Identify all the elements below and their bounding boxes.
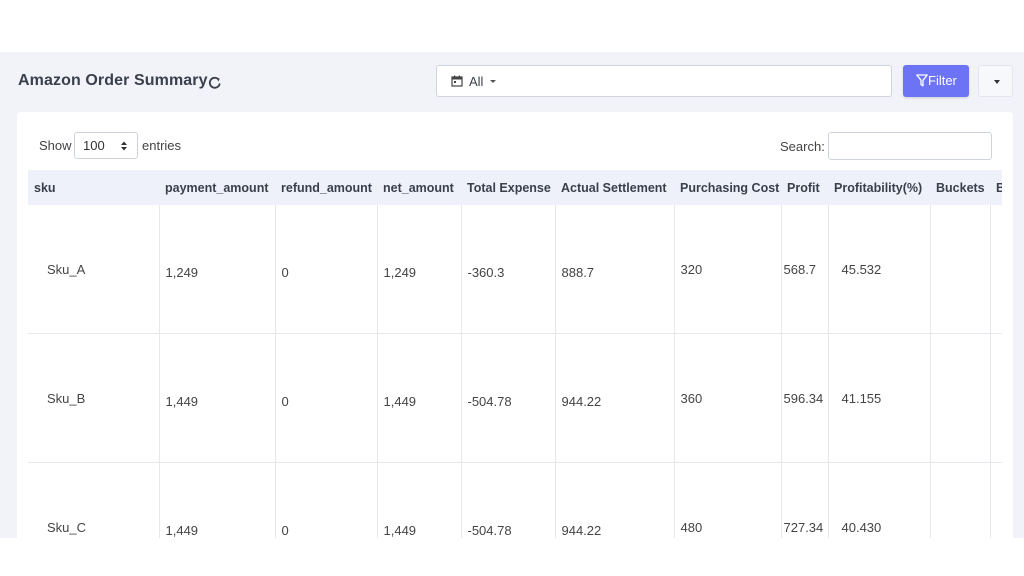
page-length-select[interactable]: 100 <box>74 132 138 159</box>
refresh-icon[interactable] <box>207 75 223 91</box>
cell-profit: 568.7 <box>781 205 829 334</box>
search-label: Search: <box>780 139 825 154</box>
cell-sku: Sku_C <box>28 462 160 538</box>
column-header-profit[interactable]: Profit <box>781 170 828 205</box>
cell-total-expense: -360.3 <box>461 205 556 334</box>
cell-profitability: 41.155 <box>828 333 931 463</box>
cell-net-amount: 1,249 <box>377 205 462 334</box>
cell-refund-amount: 0 <box>275 462 378 538</box>
filter-icon <box>916 74 928 87</box>
column-header-buckets[interactable]: Buckets <box>930 170 990 205</box>
table-card: Show 100 entries Search: sku payment_amo… <box>17 112 1013 538</box>
sort-arrows-icon <box>121 141 127 151</box>
more-options-dropdown[interactable] <box>978 65 1013 97</box>
cell-profitability: 40.430 <box>828 462 931 538</box>
cell-net-amount: 1,449 <box>377 333 462 463</box>
cell-refund-amount: 0 <box>275 205 378 334</box>
column-header-actual-settlement[interactable]: Actual Settlement <box>555 170 674 205</box>
chevron-down-icon <box>490 80 496 83</box>
chevron-down-icon <box>994 80 1000 84</box>
cell-total-expense: -504.78 <box>461 333 556 463</box>
table-row: Sku_A 1,249 0 1,249 -360.3 888.7 320 568… <box>28 205 1002 334</box>
cell-refund-amount: 0 <box>275 333 378 463</box>
cell-payment-amount: 1,449 <box>159 333 276 463</box>
table-header-row: sku payment_amount refund_amount net_amo… <box>28 170 1002 205</box>
column-header-extra[interactable]: B <box>990 170 1002 205</box>
cell-actual-settlement: 944.22 <box>555 333 675 463</box>
column-header-payment-amount[interactable]: payment_amount <box>159 170 275 205</box>
calendar-icon <box>451 75 463 87</box>
cell-sku: Sku_A <box>28 205 160 334</box>
entries-label: entries <box>142 138 182 153</box>
cell-actual-settlement: 944.22 <box>555 462 675 538</box>
cell-profit: 596.34 <box>781 333 829 463</box>
column-header-refund-amount[interactable]: refund_amount <box>275 170 377 205</box>
order-summary-table: sku payment_amount refund_amount net_amo… <box>28 170 1002 538</box>
cell-sku: Sku_B <box>28 333 160 463</box>
cell-actual-settlement: 888.7 <box>555 205 675 334</box>
filter-button[interactable]: Filter <box>903 65 969 97</box>
page-title: Amazon Order Summary <box>18 72 208 89</box>
cell-extra <box>990 462 1002 538</box>
table-scroll: sku payment_amount refund_amount net_amo… <box>28 170 1002 538</box>
column-header-sku[interactable]: sku <box>28 170 159 205</box>
filter-button-label: Filter <box>928 73 957 88</box>
cell-purchasing-cost: 360 <box>674 333 782 463</box>
cell-buckets <box>930 462 991 538</box>
column-header-net-amount[interactable]: net_amount <box>377 170 461 205</box>
cell-payment-amount: 1,249 <box>159 205 276 334</box>
cell-purchasing-cost: 320 <box>674 205 782 334</box>
date-range-value: All <box>469 74 484 89</box>
column-header-total-expense[interactable]: Total Expense <box>461 170 555 205</box>
order-summary-panel: Amazon Order Summary All Filter Show 100 <box>0 52 1024 538</box>
cell-total-expense: -504.78 <box>461 462 556 538</box>
cell-purchasing-cost: 480 <box>674 462 782 538</box>
cell-net-amount: 1,449 <box>377 462 462 538</box>
column-header-purchasing-cost[interactable]: Purchasing Cost <box>674 170 781 205</box>
cell-extra <box>990 333 1002 463</box>
cell-buckets <box>930 333 991 463</box>
table-row: Sku_B 1,449 0 1,449 -504.78 944.22 360 5… <box>28 333 1002 463</box>
cell-buckets <box>930 205 991 334</box>
date-range-select[interactable]: All <box>436 65 892 97</box>
show-label: Show <box>39 138 72 153</box>
table-row: Sku_C 1,449 0 1,449 -504.78 944.22 480 7… <box>28 462 1002 538</box>
page-length-value: 100 <box>83 138 105 153</box>
cell-profitability: 45.532 <box>828 205 931 334</box>
search-input[interactable] <box>828 132 992 160</box>
cell-payment-amount: 1,449 <box>159 462 276 538</box>
column-header-profitability[interactable]: Profitability(%) <box>828 170 930 205</box>
cell-profit: 727.34 <box>781 462 829 538</box>
cell-extra <box>990 205 1002 334</box>
